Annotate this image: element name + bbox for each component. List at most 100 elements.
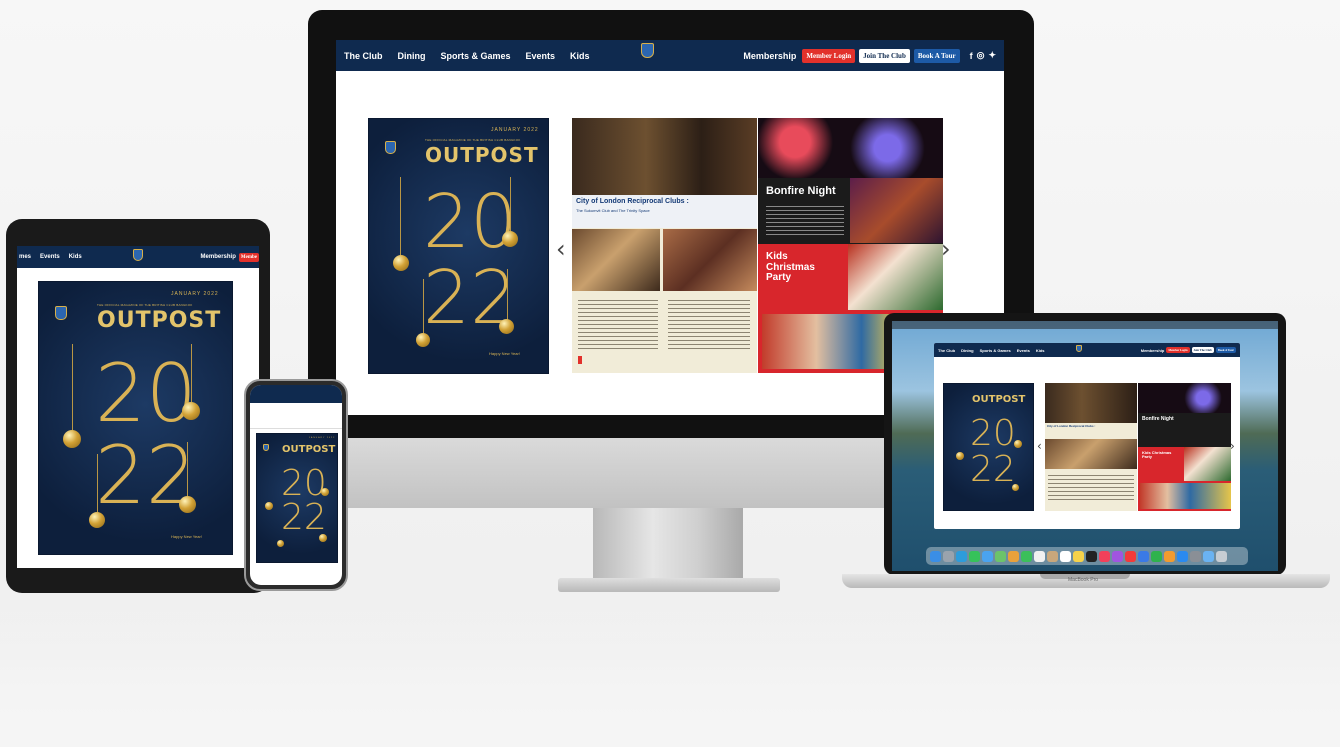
spread-left-subheadline: The Sukumvit Club and The Trinity Space: [576, 208, 650, 213]
finder-icon[interactable]: [930, 550, 941, 562]
cover-kicker: THE OFFICIAL MAGAZINE OF THE BRITISH CLU…: [425, 138, 521, 142]
instagram-icon[interactable]: ◎: [977, 50, 985, 61]
club-logo[interactable]: [133, 249, 143, 261]
nav-dining[interactable]: Dining: [398, 51, 426, 61]
macbook-magazine-spread[interactable]: City of London Reciprocal Clubs : Bonfir…: [1045, 383, 1231, 511]
ipad-magazine-cover[interactable]: JANUARY 2022 THE OFFICIAL MAGAZINE OF TH…: [38, 281, 233, 555]
macos-menubar: [892, 321, 1278, 329]
cover-logo: [55, 306, 67, 320]
member-login-button[interactable]: Member Login: [1166, 347, 1190, 353]
trash-icon[interactable]: [1216, 550, 1227, 562]
club-logo[interactable]: [1076, 345, 1082, 352]
folder-icon[interactable]: [1203, 550, 1214, 562]
ornament-icon: [499, 319, 514, 334]
iphone-blank-header: [250, 403, 342, 429]
reminders-icon[interactable]: [1060, 550, 1071, 562]
imac-base: [558, 578, 780, 592]
magazine-cover[interactable]: JANUARY 2022 THE OFFICIAL MAGAZINE OF TH…: [368, 118, 549, 374]
cover-title: OUTPOST: [97, 308, 222, 333]
cover-title: OUTPOST: [282, 444, 336, 455]
notes-icon[interactable]: [1073, 550, 1084, 562]
cover-year-top: 20: [95, 347, 197, 440]
nav-the-club[interactable]: The Club: [344, 51, 383, 61]
nav-kids[interactable]: Kids: [69, 254, 82, 260]
cover-logo: [385, 141, 396, 154]
tv-icon[interactable]: [1086, 550, 1097, 562]
music-icon[interactable]: [1099, 550, 1110, 562]
imac-stand: [593, 508, 743, 578]
kids-heading: Kids Christmas Party: [766, 251, 815, 283]
nav-sports-games[interactable]: Sports & Games: [980, 348, 1011, 353]
nav-dining[interactable]: Dining: [961, 348, 973, 353]
nav-the-club[interactable]: The Club: [938, 348, 955, 353]
messages-icon[interactable]: [969, 550, 980, 562]
macbook-label: MacBook Pro: [1068, 577, 1099, 583]
numbers-icon[interactable]: [1151, 550, 1162, 562]
news-icon[interactable]: [1125, 550, 1136, 562]
photos-icon[interactable]: [1008, 550, 1019, 562]
calendar-icon[interactable]: [1034, 550, 1045, 562]
prev-page-arrow[interactable]: ‹: [556, 235, 566, 263]
book-tour-button[interactable]: Book A Tour: [1215, 347, 1236, 353]
nav-games[interactable]: mes: [19, 254, 31, 260]
iphone-status-bar: [250, 385, 342, 403]
nav-events[interactable]: Events: [1017, 348, 1030, 353]
nav-membership[interactable]: Membership: [201, 254, 236, 260]
page-marker: [578, 356, 582, 364]
ornament-icon: [502, 231, 518, 247]
ornament-icon: [63, 430, 81, 448]
bonfire-heading: Bonfire Night: [1142, 416, 1174, 422]
cover-greeting: Happy New Year!: [489, 351, 520, 356]
iphone-magazine-cover[interactable]: JANUARY 2022 OUTPOST 20 22: [256, 433, 338, 563]
nav-membership[interactable]: Membership: [743, 51, 796, 61]
member-login-button[interactable]: Member Login: [802, 48, 856, 63]
macos-dock: [926, 547, 1248, 565]
cover-year-top: 20: [423, 179, 518, 265]
device-mockup-scene: The Club Dining Sports & Games Events Ki…: [0, 0, 1340, 747]
safari-icon[interactable]: [956, 550, 967, 562]
settings-icon[interactable]: [1190, 550, 1201, 562]
prev-page-arrow[interactable]: ‹: [1037, 439, 1042, 453]
nav-kids[interactable]: Kids: [1036, 348, 1045, 353]
ornament-icon: [393, 255, 409, 271]
nav-sports-games[interactable]: Sports & Games: [441, 51, 511, 61]
fireworks-photo: [758, 118, 943, 178]
ornament-icon: [319, 534, 327, 542]
app-store-icon[interactable]: [1177, 550, 1188, 562]
floor-reflection: [0, 595, 1340, 747]
pages-icon[interactable]: [1164, 550, 1175, 562]
bonfire-heading: Bonfire Night: [766, 185, 836, 197]
site-navbar: The Club Dining Sports & Games Events Ki…: [934, 343, 1240, 357]
nav-events[interactable]: Events: [526, 51, 556, 61]
macbook-browser-window: The Club Dining Sports & Games Events Ki…: [934, 343, 1240, 529]
nav-events[interactable]: Events: [40, 254, 60, 260]
launchpad-icon[interactable]: [943, 550, 954, 562]
facetime-icon[interactable]: [1021, 550, 1032, 562]
bonfire-photo: [850, 178, 943, 243]
nav-membership[interactable]: Membership: [1141, 348, 1165, 353]
podcasts-icon[interactable]: [1112, 550, 1123, 562]
facebook-icon[interactable]: f: [970, 51, 973, 61]
club-logo[interactable]: [641, 43, 654, 58]
ornament-icon: [179, 496, 196, 513]
ornament-icon: [277, 540, 284, 547]
macbook-magazine-cover[interactable]: OUTPOST 20 22: [943, 383, 1034, 511]
book-tour-button[interactable]: Book A Tour: [913, 48, 960, 63]
ornament-icon: [1014, 440, 1022, 448]
twitter-icon[interactable]: ✦: [988, 50, 996, 61]
nav-kids[interactable]: Kids: [570, 51, 590, 61]
join-club-button[interactable]: Join The Club: [1191, 347, 1214, 353]
ornament-icon: [265, 502, 273, 510]
maps-icon[interactable]: [995, 550, 1006, 562]
mail-icon[interactable]: [982, 550, 993, 562]
spread-left-page: City of London Reciprocal Clubs : The Su…: [572, 118, 757, 373]
ornament-icon: [182, 402, 200, 420]
kids-heading: Kids Christmas Party: [1142, 450, 1172, 460]
join-club-button[interactable]: Join The Club: [859, 48, 910, 63]
keynote-icon[interactable]: [1138, 550, 1149, 562]
contacts-icon[interactable]: [1047, 550, 1058, 562]
cover-title: OUTPOST: [425, 143, 539, 167]
member-login-button[interactable]: Membe: [238, 252, 259, 262]
restaurant-photo: [572, 118, 757, 196]
headline-bar: City of London Reciprocal Clubs : The Su…: [572, 195, 757, 228]
